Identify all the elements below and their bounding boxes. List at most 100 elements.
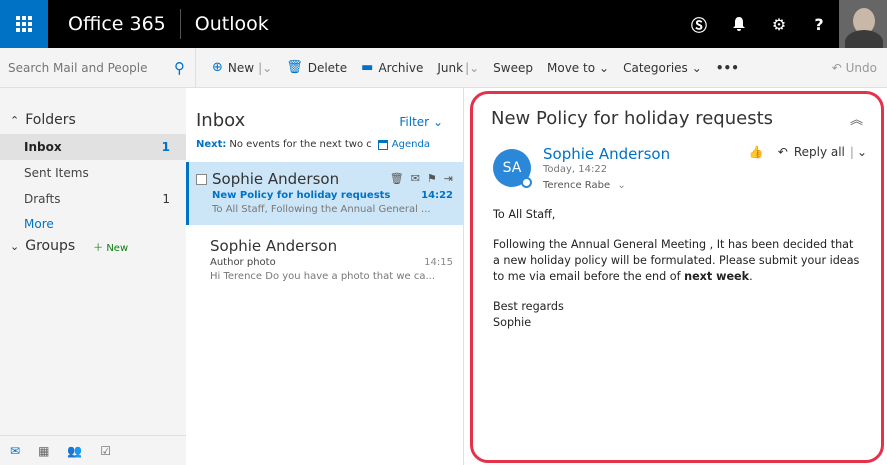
folder-label: Drafts <box>24 192 61 206</box>
chevron-down-icon: ⌄ <box>599 60 610 75</box>
select-checkbox[interactable] <box>196 174 207 185</box>
trash-icon: 🗑 <box>286 60 303 75</box>
archive-icon: ▬ <box>361 60 374 75</box>
message-preview: Hi Terence Do you have a photo that we c… <box>210 271 435 282</box>
folder-pane: ⌃ Folders Inbox 1 Sent Items Drafts 1 Mo… <box>0 88 186 465</box>
collapse-icon[interactable]: ︽ <box>850 109 863 128</box>
message-preview: To All Staff, Following the Annual Gener… <box>212 204 431 215</box>
reply-all-label: Reply all <box>793 145 845 159</box>
move-to-button[interactable]: Move to ⌄ <box>547 61 609 75</box>
more-commands-button[interactable]: ••• <box>716 61 739 75</box>
chevron-down-icon[interactable]: |⌄ <box>465 61 479 75</box>
more-folders-link[interactable]: More <box>0 212 186 236</box>
groups-label: Groups <box>25 238 76 254</box>
body-emphasis: next week <box>684 270 750 283</box>
junk-label: Junk <box>437 60 464 75</box>
chevron-down-icon: ⌄ <box>691 60 702 75</box>
undo-button[interactable]: ↶ Undo <box>832 61 887 75</box>
gear-icon[interactable]: ⚙ <box>759 0 799 48</box>
folder-inbox[interactable]: Inbox 1 <box>0 134 186 160</box>
signature: Sophie <box>493 316 532 329</box>
agenda-button[interactable]: Agenda <box>377 139 430 150</box>
brand-title[interactable]: Office 365 <box>48 0 180 48</box>
more-label: ••• <box>715 60 739 75</box>
body-end: . <box>749 270 753 283</box>
like-icon[interactable]: 👍 <box>749 145 764 159</box>
command-bar: ⚲ ⊕ New |⌄ 🗑 Delete ▬ Archive Junk |⌄ Sw… <box>0 47 887 88</box>
message-subject: Author photo <box>210 257 276 268</box>
delete-button[interactable]: 🗑 Delete <box>286 60 347 75</box>
new-button[interactable]: ⊕ New |⌄ <box>212 60 272 75</box>
greeting: To All Staff, <box>493 208 556 221</box>
reply-all-button[interactable]: ↶ Reply all <box>778 145 845 159</box>
message-list-pane: Inbox Filter ⌄ Next: No events for the n… <box>186 88 464 465</box>
module-switcher: ✉ ▦ 👥 ☑ <box>0 435 186 465</box>
categories-label: Categories <box>623 60 688 75</box>
app-launcher-button[interactable] <box>0 0 48 48</box>
app-title[interactable]: Outlook <box>181 13 679 35</box>
recipient-list[interactable]: Terence Rabe ⌄ <box>543 180 670 191</box>
waffle-icon <box>16 16 32 32</box>
recipient-name: Terence Rabe <box>543 180 611 191</box>
pin-icon[interactable]: ⇥ <box>444 172 453 185</box>
next-text: No events for the next two c <box>229 139 372 150</box>
next-label: Next: <box>196 139 227 150</box>
search-input[interactable] <box>8 60 168 75</box>
unread-count: 1 <box>161 140 170 154</box>
folder-drafts[interactable]: Drafts 1 <box>0 186 186 212</box>
calendar-icon[interactable]: ▦ <box>38 444 49 458</box>
message-item[interactable]: Sophie Anderson Author photo 14:15 Hi Te… <box>186 229 463 292</box>
tasks-icon[interactable]: ☑ <box>100 444 111 458</box>
folders-header[interactable]: ⌃ Folders <box>0 88 186 128</box>
groups-header[interactable]: ⌄ Groups ＋ New <box>0 236 186 254</box>
sweep-label: Sweep <box>493 60 533 75</box>
people-icon[interactable]: 👥 <box>67 444 82 458</box>
help-icon[interactable]: ? <box>799 0 839 48</box>
divider: | <box>849 145 854 159</box>
categories-button[interactable]: Categories ⌄ <box>623 61 702 75</box>
mail-icon[interactable]: ✉ <box>10 444 20 458</box>
sender-avatar[interactable]: SA <box>493 149 532 188</box>
agenda-label: Agenda <box>391 139 430 150</box>
calendar-icon <box>377 139 388 150</box>
reading-pane: New Policy for holiday requests ︽ SA Sop… <box>470 91 884 463</box>
body-paragraph: Following the Annual General Meeting , I… <box>493 237 863 285</box>
trash-icon[interactable]: 🗑 <box>390 172 404 185</box>
message-sender: Sophie Anderson <box>210 237 338 255</box>
undo-label: Undo <box>845 60 877 75</box>
presence-indicator <box>521 177 532 188</box>
chevron-down-icon: ⌄ <box>432 115 443 129</box>
chevron-down-icon[interactable]: |⌄ <box>258 61 272 75</box>
folder-sent-items[interactable]: Sent Items <box>0 160 186 186</box>
list-title: Inbox <box>196 110 246 131</box>
sweep-button[interactable]: Sweep <box>493 61 533 75</box>
search-icon[interactable]: ⚲ <box>174 59 185 77</box>
reply-all-icon: ↶ <box>777 145 788 159</box>
undo-icon: ↶ <box>831 60 842 75</box>
delete-label: Delete <box>307 60 348 75</box>
new-group-button[interactable]: ＋ New <box>93 239 128 254</box>
avatar-initials: SA <box>502 160 522 176</box>
mark-read-icon[interactable]: ✉ <box>411 172 420 185</box>
email-date: Today, 14:22 <box>543 164 608 175</box>
sender-name[interactable]: Sophie Anderson <box>543 145 670 163</box>
chevron-down-icon[interactable]: ⌄ <box>857 145 867 159</box>
user-avatar[interactable] <box>839 0 887 48</box>
unread-count: 1 <box>162 192 170 206</box>
filter-button[interactable]: Filter ⌄ <box>399 115 443 129</box>
chevron-up-icon: ⌃ <box>10 113 20 127</box>
skype-icon[interactable]: Ⓢ <box>679 0 719 48</box>
junk-button[interactable]: Junk |⌄ <box>437 61 479 75</box>
new-label: New <box>227 60 255 75</box>
archive-button[interactable]: ▬ Archive <box>361 60 423 75</box>
flag-icon[interactable]: ⚑ <box>427 172 437 185</box>
message-time: 14:22 <box>421 190 453 201</box>
body-text: Following the Annual General Meeting , I… <box>493 238 860 283</box>
move-to-label: Move to <box>547 60 596 75</box>
message-item[interactable]: Sophie Anderson New Policy for holiday r… <box>186 162 463 225</box>
search-box: ⚲ <box>0 47 196 88</box>
bell-icon[interactable] <box>719 0 759 48</box>
message-subject: New Policy for holiday requests <box>212 190 391 201</box>
filter-label: Filter <box>399 115 430 129</box>
message-time: 14:15 <box>424 257 453 268</box>
